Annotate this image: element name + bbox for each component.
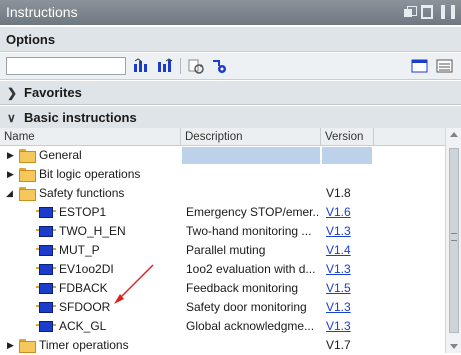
pane-close-icon[interactable] (441, 5, 445, 19)
tree-row-estop1[interactable]: ESTOP1 Emergency STOP/emer... V1.6 (0, 203, 445, 222)
column-header-description[interactable]: Description (181, 128, 321, 146)
favorites-section-header[interactable]: ❯ Favorites (0, 81, 461, 105)
toolbar-separator (180, 58, 181, 74)
favorites-label: Favorites (24, 85, 82, 100)
tree-row-safety-functions[interactable]: ◢ Safety functions V1.8 (0, 184, 445, 203)
options-header[interactable]: Options (0, 27, 461, 52)
version-link[interactable]: V1.3 (326, 222, 370, 241)
description-highlight (182, 147, 320, 164)
function-block-icon (36, 245, 56, 256)
toggle-columns-alt-icon[interactable] (157, 58, 175, 74)
scroll-up-icon[interactable] (450, 132, 458, 137)
folder-icon (19, 149, 36, 163)
version-link[interactable]: V1.4 (326, 241, 370, 260)
tree-item-label: SFDOOR (59, 300, 111, 314)
scroll-down-icon[interactable] (450, 344, 458, 349)
function-block-icon (36, 283, 56, 294)
version-highlight (322, 147, 372, 164)
scrollbar-grip-icon (451, 233, 457, 241)
tree-row-ack-gl[interactable]: ACK_GL Global acknowledgme... V1.3 (0, 317, 445, 336)
window-titlebar: Instructions (0, 0, 461, 25)
tree-row-sfdoor[interactable]: SFDOOR Safety door monitoring V1.3 (0, 298, 445, 317)
collapse-triangle-icon[interactable]: ◢ (6, 188, 13, 198)
version-link[interactable]: V1.3 (326, 317, 370, 336)
tree-item-label: General (39, 148, 82, 162)
function-block-icon (36, 226, 56, 237)
description-cell: Safety door monitoring (186, 300, 307, 314)
function-block-icon (36, 302, 56, 313)
options-label: Options (6, 32, 56, 47)
expand-triangle-icon[interactable]: ▶ (7, 150, 14, 160)
refresh-icon[interactable] (187, 58, 205, 74)
function-block-icon (36, 321, 56, 332)
tree-item-label: Timer operations (39, 338, 129, 352)
version-cell: V1.7 (326, 338, 351, 352)
description-cell: Feedback monitoring (186, 281, 299, 295)
tree-item-label: ESTOP1 (59, 205, 107, 219)
search-input[interactable] (6, 57, 126, 75)
description-cell: 1oo2 evaluation with d... (186, 262, 316, 276)
float-window-icon[interactable] (403, 5, 417, 19)
version-cell: V1.8 (326, 186, 351, 200)
function-block-icon (36, 264, 56, 275)
tree-item-label: Safety functions (39, 186, 125, 200)
tree-row-bit-logic[interactable]: ▶ Bit logic operations (0, 165, 445, 184)
description-cell: Parallel muting (186, 243, 266, 257)
folder-icon (19, 168, 36, 182)
settings-icon[interactable] (211, 58, 229, 74)
version-link[interactable]: V1.6 (326, 203, 370, 222)
table-header: Name Description Version (0, 128, 445, 146)
list-view-icon[interactable] (436, 58, 454, 74)
expand-triangle-icon[interactable]: ▶ (7, 169, 14, 179)
tree-row-mut-p[interactable]: MUT_P Parallel muting V1.4 (0, 241, 445, 260)
basic-instructions-label: Basic instructions (24, 110, 137, 125)
column-header-version[interactable]: Version (321, 128, 374, 146)
tree-row-timer-operations[interactable]: ▶ Timer operations V1.7 (0, 336, 445, 355)
toggle-columns-icon[interactable] (133, 58, 151, 74)
tree-row-fdback[interactable]: FDBACK Feedback monitoring V1.5 (0, 279, 445, 298)
tree-item-label: MUT_P (59, 243, 100, 257)
instruction-tree: ▶ General ▶ Bit logic operations ◢ Safet… (0, 146, 445, 355)
tree-row-two-h-en[interactable]: TWO_H_EN Two-hand monitoring ... V1.3 (0, 222, 445, 241)
tree-item-label: TWO_H_EN (59, 224, 126, 238)
chevron-right-icon: ❯ (7, 86, 18, 100)
description-cell: Emergency STOP/emer... (186, 205, 318, 219)
function-block-icon (36, 207, 56, 218)
version-link[interactable]: V1.3 (326, 260, 370, 279)
maximize-icon[interactable] (421, 5, 433, 19)
tree-item-label: Bit logic operations (39, 167, 141, 181)
tree-row-ev1oo2di[interactable]: EV1oo2DI 1oo2 evaluation with d... V1.3 (0, 260, 445, 279)
column-header-name[interactable]: Name (0, 128, 181, 146)
tree-item-label: FDBACK (59, 281, 108, 295)
tree-item-label: ACK_GL (59, 319, 107, 333)
toolbar (0, 53, 461, 80)
expand-triangle-icon[interactable]: ▶ (7, 340, 14, 350)
description-cell: Two-hand monitoring ... (186, 224, 312, 238)
pane-collapse-icon[interactable] (451, 5, 455, 19)
timer-folder-icon (19, 339, 36, 353)
window-title: Instructions (6, 4, 78, 20)
safety-folder-icon (19, 187, 36, 201)
layout-view-icon[interactable] (411, 58, 429, 74)
tree-row-general[interactable]: ▶ General (0, 146, 445, 165)
description-cell: Global acknowledgme... (186, 319, 315, 333)
vertical-scrollbar[interactable] (445, 128, 461, 353)
tree-item-label: EV1oo2DI (59, 262, 114, 276)
chevron-down-icon: ∨ (7, 111, 16, 125)
version-link[interactable]: V1.3 (326, 298, 370, 317)
basic-instructions-section-header[interactable]: ∨ Basic instructions (0, 106, 461, 130)
version-link[interactable]: V1.5 (326, 279, 370, 298)
